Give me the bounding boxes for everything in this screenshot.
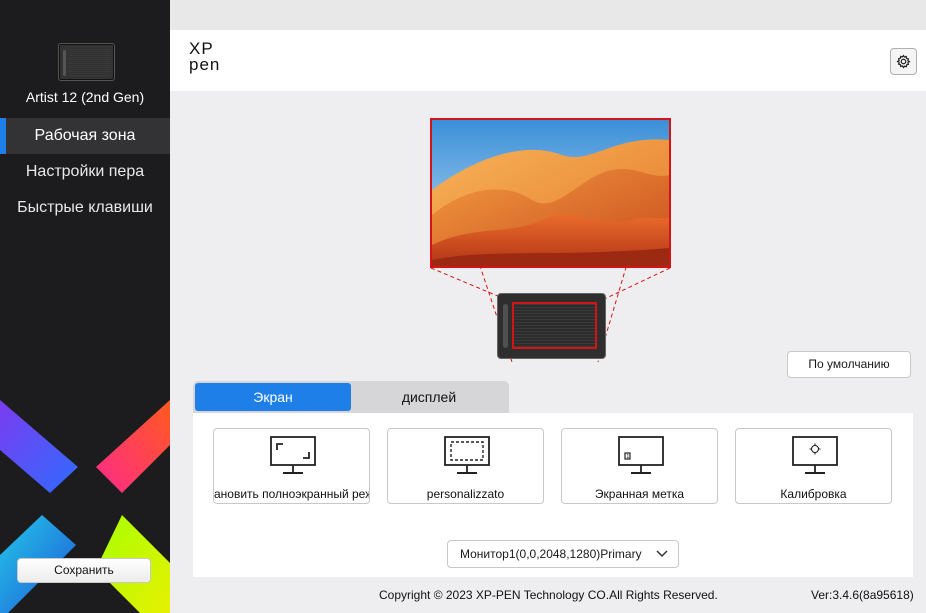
svg-text:1: 1 — [626, 454, 629, 460]
sidebar-item-pen-settings[interactable]: Настройки пера — [0, 154, 170, 190]
tablet-active-area[interactable] — [512, 302, 597, 349]
xp-pen-logo: XP pen — [189, 40, 221, 74]
copyright-text: Copyright © 2023 XP-PEN Technology CO.Al… — [379, 588, 718, 602]
wallpaper-image — [432, 120, 669, 266]
default-button[interactable]: По умолчанию — [787, 351, 911, 378]
calibration-label: Калибровка — [780, 487, 847, 501]
header: XP pen — [170, 30, 926, 91]
sidebar: Artist 12 (2nd Gen) Рабочая зона Настрой… — [0, 0, 170, 613]
tablet-preview — [497, 293, 606, 359]
fullscreen-mode-label: ановить полноэкранный реж — [214, 487, 370, 501]
version-text: Ver:3.4.6(8a95618) — [811, 588, 914, 602]
tab-display[interactable]: дисплей — [351, 383, 507, 411]
sidebar-item-shortcut-keys[interactable]: Быстрые клавиши — [0, 190, 170, 226]
monitor-preview — [430, 118, 671, 268]
gear-icon — [896, 54, 911, 69]
sidebar-item-work-area[interactable]: Рабочая зона — [0, 118, 170, 154]
deco-shape-orange — [96, 400, 170, 493]
tablet-button-strip — [503, 304, 508, 348]
device-name: Artist 12 (2nd Gen) — [25, 89, 145, 105]
screen-mark-card[interactable]: 1 Экранная метка — [561, 428, 718, 504]
device-thumbnail — [58, 43, 115, 81]
logo-line-2: pen — [189, 55, 221, 74]
screen-mark-label: Экранная метка — [594, 487, 685, 501]
custom-area-label: personalizzato — [426, 487, 505, 501]
calibration-icon — [792, 436, 838, 474]
sidebar-nav: Рабочая зона Настройки пера Быстрые клав… — [0, 118, 170, 226]
tab-screen[interactable]: Экран — [195, 383, 351, 411]
monitor-select-value: Монитор1(0,0,2048,1280)Primary — [460, 547, 642, 561]
screen-mark-icon: 1 — [618, 436, 664, 474]
custom-area-icon — [444, 436, 490, 474]
monitor-select[interactable]: Монитор1(0,0,2048,1280)Primary — [447, 540, 679, 568]
mapping-tabs: Экран дисплей — [193, 381, 509, 413]
custom-area-card[interactable]: personalizzato — [387, 428, 544, 504]
settings-button[interactable] — [890, 48, 917, 75]
deco-shape-purple — [0, 400, 78, 493]
calibration-card[interactable]: Калибровка — [735, 428, 892, 504]
fullscreen-mode-card[interactable]: ановить полноэкранный реж — [213, 428, 370, 504]
fullscreen-icon — [270, 436, 316, 474]
save-button[interactable]: Сохранить — [17, 558, 151, 583]
app-window: Artist 12 (2nd Gen) Рабочая зона Настрой… — [0, 0, 926, 613]
mode-cards: ановить полноэкранный реж personalizzato — [213, 428, 892, 504]
main-content: XP pen По умолчанию Экран дисплей ановит… — [170, 30, 926, 613]
chevron-down-icon — [656, 550, 668, 558]
